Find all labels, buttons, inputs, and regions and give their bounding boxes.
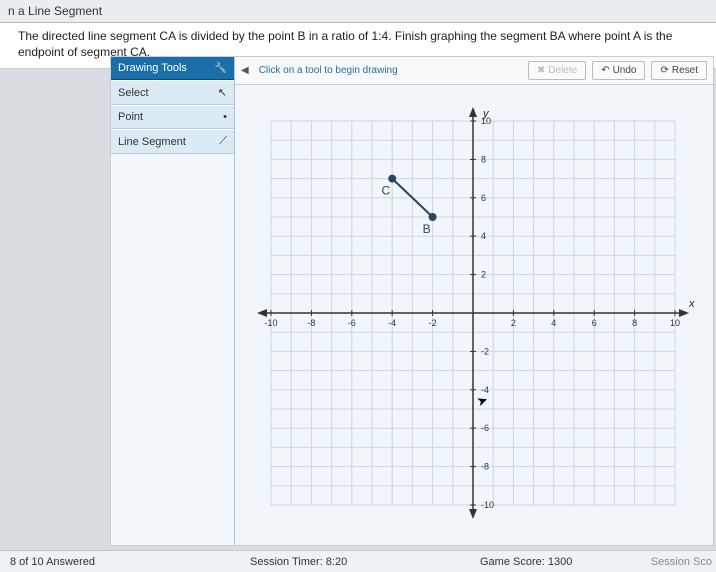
- tool-panel: Drawing Tools 🔧 Select ↖ Point • Line Se…: [111, 57, 235, 545]
- tool-select-label: Select: [118, 87, 149, 99]
- svg-text:-10: -10: [264, 318, 277, 328]
- tool-point[interactable]: Point •: [111, 105, 234, 129]
- reset-icon: ⟳: [660, 65, 668, 76]
- svg-text:10: 10: [670, 318, 680, 328]
- undo-label: Undo: [613, 65, 637, 76]
- graph-area: ◀ Click on a tool to begin drawing ✖ Del…: [235, 57, 713, 545]
- answered-status: 8 of 10 Answered: [0, 556, 105, 568]
- tool-line-label: Line Segment: [118, 136, 186, 148]
- workspace: Drawing Tools 🔧 Select ↖ Point • Line Se…: [110, 56, 714, 546]
- svg-text:4: 4: [551, 318, 556, 328]
- session-score: Session Sco: [651, 556, 712, 568]
- svg-text:-2: -2: [481, 346, 489, 356]
- delete-icon: ✖: [537, 65, 545, 76]
- graph-toolbar: ◀ Click on a tool to begin drawing ✖ Del…: [235, 57, 713, 85]
- svg-text:-6: -6: [348, 318, 356, 328]
- svg-text:6: 6: [592, 318, 597, 328]
- game-score: Game Score: 1300: [480, 556, 572, 568]
- svg-text:2: 2: [511, 318, 516, 328]
- delete-label: Delete: [548, 65, 577, 76]
- header-title: n a Line Segment: [8, 4, 102, 18]
- tool-panel-header: Drawing Tools 🔧: [111, 57, 234, 80]
- svg-text:-4: -4: [388, 318, 396, 328]
- toolbar-hint: Click on a tool to begin drawing: [255, 65, 522, 76]
- tool-panel-title: Drawing Tools: [118, 62, 187, 74]
- svg-text:B: B: [423, 222, 431, 236]
- cursor-icon: ↖: [218, 86, 227, 99]
- delete-button[interactable]: ✖ Delete: [528, 61, 586, 80]
- tool-point-label: Point: [118, 111, 143, 123]
- svg-text:x: x: [688, 298, 695, 310]
- svg-text:C: C: [382, 184, 391, 198]
- segment-icon: ⟋: [219, 135, 227, 148]
- svg-text:-8: -8: [481, 462, 489, 472]
- tool-line-segment[interactable]: Line Segment ⟋: [111, 129, 234, 154]
- tool-select[interactable]: Select ↖: [111, 80, 234, 105]
- reset-label: Reset: [672, 65, 698, 76]
- svg-text:-10: -10: [481, 500, 494, 510]
- svg-text:2: 2: [481, 270, 486, 280]
- svg-text:8: 8: [481, 154, 486, 164]
- session-timer: Session Timer: 8:20: [250, 556, 347, 568]
- page-header: n a Line Segment: [0, 0, 716, 23]
- svg-text:-2: -2: [429, 318, 437, 328]
- svg-text:6: 6: [481, 193, 486, 203]
- undo-icon: ↶: [601, 65, 609, 76]
- undo-button[interactable]: ↶ Undo: [592, 61, 645, 80]
- status-footer: 8 of 10 Answered Session Timer: 8:20 Gam…: [0, 550, 716, 572]
- graph-canvas[interactable]: -10-8-6-4-2246810-10-8-6-4-2246810xyCB ➤: [235, 85, 713, 545]
- svg-text:4: 4: [481, 231, 486, 241]
- instruction-content: The directed line segment CA is divided …: [18, 29, 672, 59]
- svg-text:-8: -8: [307, 318, 315, 328]
- reset-button[interactable]: ⟳ Reset: [651, 61, 707, 80]
- svg-text:-6: -6: [481, 423, 489, 433]
- collapse-icon[interactable]: ◀: [241, 65, 249, 76]
- svg-text:8: 8: [632, 318, 637, 328]
- wrench-icon: 🔧: [215, 63, 227, 74]
- dot-icon: •: [223, 111, 227, 123]
- coordinate-grid[interactable]: -10-8-6-4-2246810-10-8-6-4-2246810xyCB: [243, 93, 703, 533]
